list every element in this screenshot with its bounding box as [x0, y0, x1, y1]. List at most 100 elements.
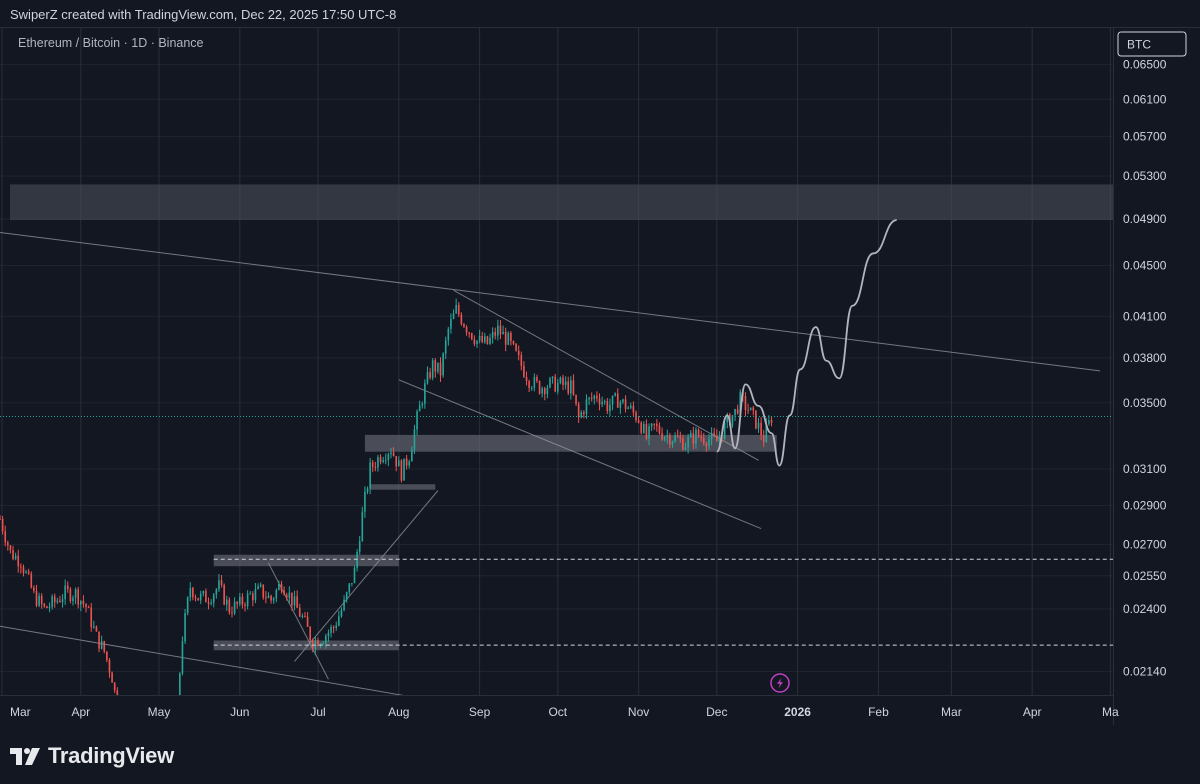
candle-body [184, 612, 186, 642]
price-tick-label: 0.03800 [1123, 351, 1167, 365]
candle-body [343, 599, 345, 611]
candle-body [244, 604, 246, 607]
candle-body [194, 597, 197, 599]
candle-body [246, 593, 249, 607]
candle-body [497, 325, 499, 336]
candle-body [426, 372, 429, 384]
candle-body [262, 584, 265, 598]
candle-body [580, 412, 583, 418]
candle-body [418, 405, 421, 412]
price-tick-label: 0.02140 [1123, 665, 1167, 679]
candle-body [564, 381, 567, 385]
candle-body [478, 335, 481, 341]
time-tick-label: May [148, 705, 171, 719]
candle-body [439, 362, 442, 376]
price-tick-label: 0.06500 [1123, 58, 1167, 72]
candle-body [562, 377, 564, 385]
candle-body [405, 458, 408, 466]
candle-body [437, 362, 439, 372]
time-tick-label: Dec [706, 705, 727, 719]
candle-body [66, 585, 69, 590]
candle-body [679, 437, 682, 439]
candle-body [457, 305, 460, 315]
candle-body [223, 584, 225, 605]
candle-body [650, 423, 653, 427]
candle-body [392, 452, 395, 456]
candle-body [705, 443, 708, 447]
candle-body [570, 380, 572, 394]
candle-body [447, 328, 450, 341]
candle-body [757, 422, 760, 429]
candle-body [695, 429, 697, 444]
candle-body [489, 337, 491, 344]
candle-body [598, 398, 601, 405]
candle-body [293, 596, 296, 606]
time-tick-label: Oct [548, 705, 567, 719]
candle-body [408, 461, 411, 466]
candle-body [614, 393, 616, 396]
candle-body [517, 350, 520, 356]
time-tick-label: Nov [628, 705, 649, 719]
candle-body [632, 405, 635, 413]
candle-body [554, 376, 557, 392]
candle-body [301, 615, 304, 617]
candle-body [460, 314, 463, 325]
candle-body [713, 432, 716, 436]
candle-body [254, 589, 257, 601]
time-tick-label: Feb [868, 705, 889, 719]
candle-body [108, 659, 111, 673]
candle-body [387, 454, 390, 460]
price-tick-label: 0.06100 [1123, 92, 1167, 106]
support-box [364, 434, 777, 452]
price-tick-label: 0.03100 [1123, 462, 1167, 476]
price-tick-label: 0.04500 [1123, 258, 1167, 272]
candle-body [768, 420, 770, 425]
candle-body [56, 600, 59, 603]
candle-body [228, 599, 231, 613]
candle-body [523, 365, 525, 377]
candle-body [306, 616, 309, 627]
candle-body [622, 399, 624, 403]
candle-body [12, 550, 14, 560]
candle-body [330, 626, 332, 633]
candle-body [374, 466, 377, 468]
tradingview-logo[interactable]: TradingView [10, 743, 174, 769]
candle-body [601, 402, 603, 405]
currency-badge[interactable]: BTC [1117, 31, 1187, 57]
candle-body [689, 432, 692, 438]
candle-body [267, 595, 270, 598]
candle-body [309, 626, 311, 640]
candle-body [486, 336, 489, 344]
candle-body [38, 595, 40, 606]
candle-body [366, 488, 369, 492]
candle-body [395, 455, 398, 467]
candle-body [103, 641, 106, 652]
support-box [370, 484, 436, 490]
candle-body [431, 360, 434, 378]
candle-body [533, 377, 536, 388]
candle-body [603, 401, 606, 403]
candle-body [502, 331, 504, 335]
candle-body [429, 372, 431, 378]
candle-body [98, 631, 100, 649]
candle-body [4, 531, 7, 543]
candle-body [674, 435, 676, 442]
candle-body [280, 583, 283, 591]
price-chart[interactable]: 0.026280.022460.0341322:09:34 Ethereum /… [0, 28, 1200, 725]
candle-body [364, 491, 366, 512]
time-tick-label: Mar [10, 705, 31, 719]
candle-body [648, 426, 650, 439]
candle-body [434, 360, 437, 372]
candle-body [325, 635, 327, 644]
candle-body [551, 376, 554, 379]
candle-body [181, 641, 184, 674]
candle-body [671, 441, 674, 445]
candle-body [538, 381, 541, 394]
candle-body [377, 457, 379, 468]
price-tick-label: 0.02550 [1123, 569, 1167, 583]
candle-body [593, 395, 596, 399]
candle-body [379, 457, 382, 462]
candle-body [744, 396, 747, 410]
candle-body [585, 399, 588, 414]
candle-body [197, 598, 199, 601]
